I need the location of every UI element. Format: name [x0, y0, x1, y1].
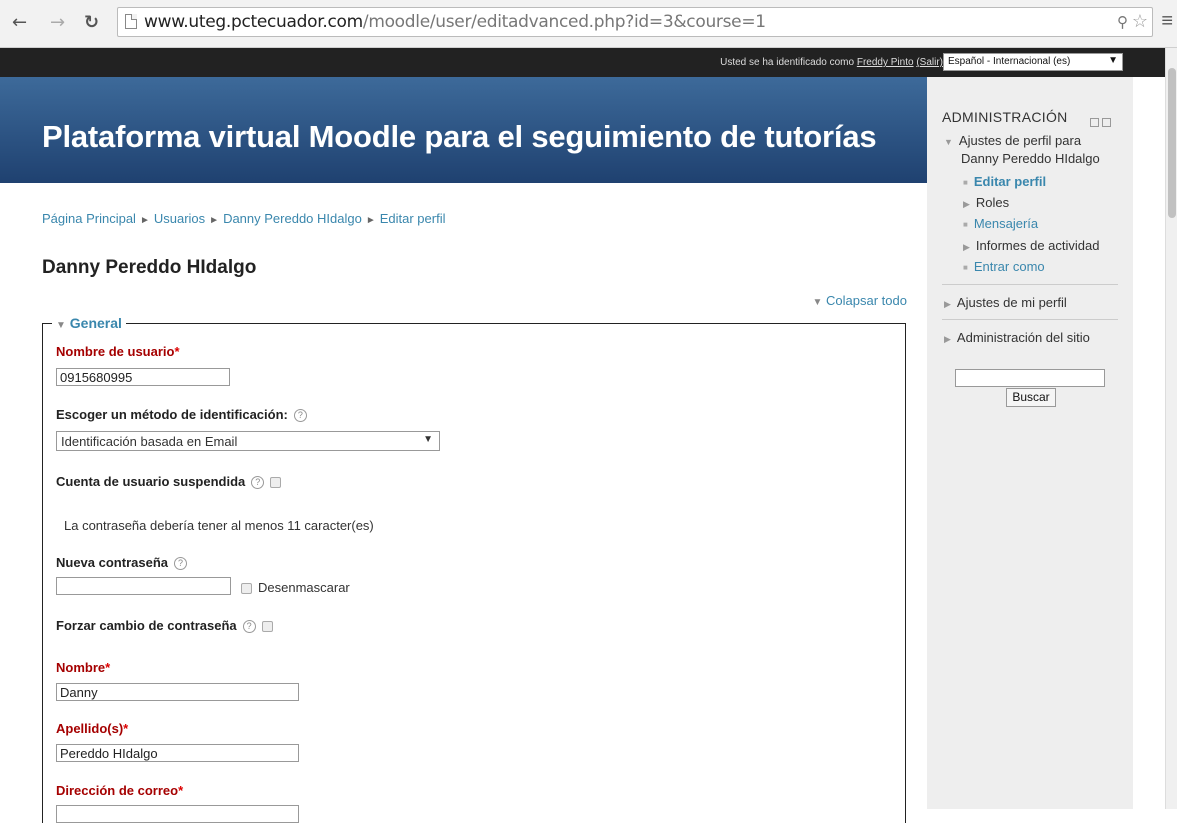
sidebar-item-edit-profile[interactable]: ■ Editar perfil	[963, 174, 1046, 189]
collapsed-triangle-icon: ▶	[944, 334, 951, 344]
lastname-input[interactable]: Pereddo HIdalgo	[56, 744, 299, 762]
back-arrow-icon[interactable]: ←	[12, 12, 27, 33]
moodle-navbar: Usted se ha identificado como Freddy Pin…	[0, 48, 1165, 77]
collapse-triangle-icon: ▼	[812, 297, 823, 308]
breadcrumb: Página Principal ► Usuarios ► Danny Pereddo …	[42, 211, 445, 226]
help-icon[interactable]: ?	[174, 557, 187, 571]
suspended-checkbox[interactable]	[270, 477, 282, 489]
password-policy-text: La contraseña debería tener al menos 11 …	[64, 518, 374, 533]
bullet-icon: ■	[963, 178, 968, 188]
scrollbar-thumb[interactable]	[1168, 68, 1176, 218]
divider	[942, 319, 1118, 320]
firstname-label: Nombre*	[56, 660, 111, 675]
logout-link[interactable]: (Salir)	[916, 57, 943, 68]
admin-search-input[interactable]	[955, 369, 1105, 387]
administration-block: ADMINISTRACIÓN ▼ Ajustes de perfil para D…	[927, 77, 1133, 809]
unmask-label: Desenmascarar	[258, 580, 350, 595]
dropdown-arrow-icon: ▼	[423, 434, 433, 445]
unmask-checkbox[interactable]	[241, 583, 252, 595]
sidebar-item-messaging[interactable]: ■ Mensajería	[963, 216, 1038, 231]
sidebar-item-login-as[interactable]: ■ Entrar como	[963, 259, 1045, 274]
page-title: Danny Pereddo HIdalgo	[42, 257, 257, 278]
breadcrumb-separator-icon: ►	[139, 215, 150, 226]
auth-method-value: Identificación basada en Email	[61, 434, 238, 449]
username-input[interactable]: 0915680995	[56, 368, 230, 386]
new-password-input[interactable]	[56, 577, 231, 595]
sidebar-item-roles[interactable]: ▶ Roles	[963, 195, 1009, 210]
language-select[interactable]: Español - Internacional (es) ▼	[943, 53, 1123, 71]
breadcrumb-home[interactable]: Página Principal	[42, 211, 136, 226]
admin-search-button[interactable]: Buscar	[1006, 388, 1056, 407]
address-bar[interactable]: www.uteg.pctecuador.com/moodle/user/edit…	[117, 7, 1153, 37]
collapse-all-link[interactable]: ▼ Colapsar todo	[813, 293, 907, 308]
collapse-block-icon[interactable]	[1090, 118, 1099, 127]
dropdown-arrow-icon: ▼	[1108, 55, 1118, 66]
unmask-option[interactable]: Desenmascarar	[241, 580, 350, 595]
expanded-triangle-icon: ▼	[944, 137, 953, 147]
breadcrumb-edit-profile[interactable]: Editar perfil	[380, 211, 446, 226]
lastname-label: Apellido(s)*	[56, 721, 129, 736]
login-info: Usted se ha identificado como Freddy Pin…	[720, 57, 943, 68]
page-header: Plataforma virtual Moodle para el seguim…	[0, 77, 927, 183]
username-label: Nombre de usuario*	[56, 344, 180, 359]
zoom-icon[interactable]: ⚲	[1117, 13, 1128, 31]
force-password-change-label: Forzar cambio de contraseña?	[56, 618, 273, 634]
fieldset-legend-general[interactable]: ▼ General	[52, 315, 126, 331]
collapsed-triangle-icon: ▶	[963, 199, 970, 209]
legend-label: General	[69, 315, 122, 331]
breadcrumb-separator-icon: ►	[365, 215, 376, 226]
new-password-label: Nueva contraseña?	[56, 555, 187, 571]
language-value: Español - Internacional (es)	[948, 56, 1071, 67]
bookmark-star-icon[interactable]: ☆	[1132, 11, 1148, 32]
help-icon[interactable]: ?	[293, 409, 307, 423]
collapsed-triangle-icon: ▶	[944, 299, 951, 309]
email-input[interactable]	[56, 805, 299, 823]
force-password-change-checkbox[interactable]	[261, 621, 273, 633]
breadcrumb-users[interactable]: Usuarios	[154, 211, 205, 226]
profile-settings-node[interactable]: ▼ Ajustes de perfil para	[944, 133, 1081, 148]
sidebar-item-my-profile-settings[interactable]: ▶ Ajustes de mi perfil	[944, 295, 1067, 310]
browser-menu-icon[interactable]: ≡	[1161, 10, 1173, 33]
collapsed-triangle-icon: ▶	[963, 242, 970, 252]
bullet-icon: ■	[963, 263, 968, 273]
sidebar-item-activity-reports[interactable]: ▶ Informes de actividad	[963, 238, 1100, 253]
login-prefix: Usted se ha identificado como	[720, 57, 855, 68]
help-icon[interactable]: ?	[251, 476, 265, 490]
profile-settings-name: Danny Pereddo HIdalgo	[961, 151, 1100, 166]
block-controls	[1090, 115, 1114, 130]
divider	[942, 284, 1118, 285]
help-icon[interactable]: ?	[242, 620, 256, 634]
page-scrollbar[interactable]	[1165, 48, 1177, 809]
url-text: www.uteg.pctecuador.com/moodle/user/edit…	[144, 12, 766, 32]
email-label: Dirección de correo*	[56, 783, 184, 798]
breadcrumb-user[interactable]: Danny Pereddo HIdalgo	[223, 211, 362, 226]
dock-block-icon[interactable]	[1102, 118, 1111, 127]
forward-arrow-icon[interactable]: →	[50, 12, 65, 33]
collapse-triangle-icon: ▼	[56, 320, 66, 331]
page-icon	[125, 14, 137, 29]
auth-method-label: Escoger un método de identificación:?	[56, 407, 307, 423]
browser-toolbar: ← → ↻ www.uteg.pctecuador.com/moodle/use…	[0, 0, 1177, 48]
auth-method-select[interactable]: Identificación basada en Email ▼	[56, 431, 440, 451]
admin-block-title: ADMINISTRACIÓN	[942, 109, 1068, 125]
site-title: Plataforma virtual Moodle para el seguim…	[42, 119, 877, 154]
user-link[interactable]: Freddy Pinto	[857, 57, 914, 68]
breadcrumb-separator-icon: ►	[209, 215, 220, 226]
suspended-label: Cuenta de usuario suspendida?	[56, 474, 282, 490]
reload-icon[interactable]: ↻	[84, 12, 99, 33]
bullet-icon: ■	[963, 220, 968, 230]
sidebar-item-site-admin[interactable]: ▶ Administración del sitio	[944, 330, 1090, 345]
collapse-all-label: Colapsar todo	[826, 293, 907, 308]
firstname-input[interactable]: Danny	[56, 683, 299, 701]
